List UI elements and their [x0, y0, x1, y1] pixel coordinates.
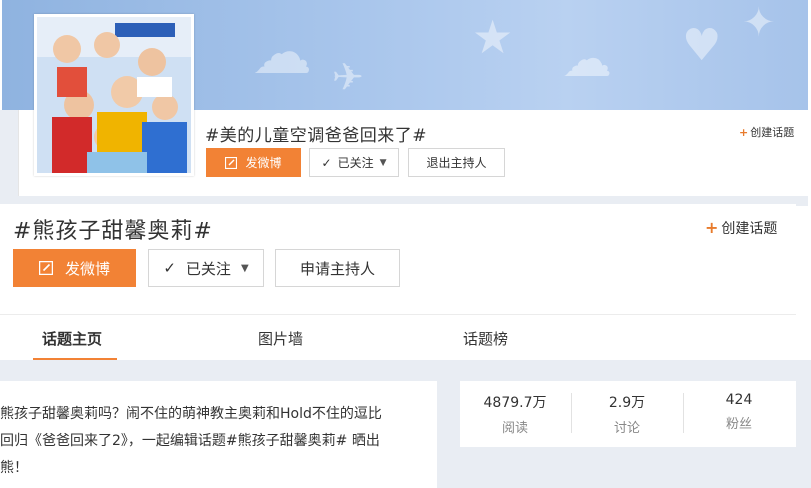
stat-discussions: 2.9万 讨论	[572, 392, 682, 436]
heart-decoration-icon: ♥	[682, 20, 722, 71]
apply-host-button[interactable]: 申请主持人	[275, 249, 400, 287]
topic-tabs: 话题主页 图片墙 话题榜	[0, 314, 796, 361]
previous-quit-host-button[interactable]: 退出主持人	[408, 148, 505, 177]
star-decoration-icon: ★	[472, 10, 514, 64]
topic-description: 熊孩子甜馨奥莉吗？闹不住的萌神教主奥莉和Hold不住的逗比 回归《爸爸回来了2》…	[0, 406, 382, 476]
page-margin	[0, 110, 18, 204]
edit-icon	[225, 156, 238, 169]
plus-icon: +	[739, 126, 749, 139]
chevron-down-icon: ▼	[240, 262, 249, 274]
stat-label: 粉丝	[725, 417, 752, 432]
stat-value: 4879.7万	[483, 395, 547, 411]
cloud-decoration-icon: ☁	[252, 18, 312, 88]
stat-label: 讨论	[613, 421, 640, 436]
previous-topic-title[interactable]: #美的儿童空调爸爸回来了#	[205, 121, 427, 146]
tab-topic-ranking[interactable]: 话题榜	[463, 328, 508, 349]
tab-photo-wall[interactable]: 图片墙	[258, 328, 303, 349]
follow-button[interactable]: ✓ 已关注 ▼	[148, 249, 264, 287]
topic-title: #熊孩子甜馨奥莉#	[13, 219, 213, 244]
cloud-decoration-icon: ☁	[562, 30, 612, 88]
stat-value: 2.9万	[608, 395, 646, 411]
plane-decoration-icon: ✈	[332, 55, 364, 99]
plus-icon: +	[705, 218, 719, 237]
stat-fans: 424 粉丝	[684, 392, 794, 432]
follow-label: 已关注	[185, 259, 231, 278]
create-topic-label: 创建话题	[750, 126, 795, 139]
tab-topic-home[interactable]: 话题主页	[42, 328, 102, 349]
check-icon: ✓	[163, 259, 176, 277]
stat-label: 阅读	[501, 421, 528, 436]
chevron-down-icon: ▼	[379, 157, 387, 168]
post-weibo-button[interactable]: 发微博	[13, 249, 136, 287]
topic-cover-image[interactable]	[34, 14, 194, 176]
star-decoration-icon: ✦	[742, 0, 776, 46]
previous-create-topic-link[interactable]: + 创建话题	[739, 124, 794, 140]
check-icon: ✓	[321, 155, 332, 170]
edit-icon	[38, 261, 53, 275]
create-topic-label: 创建话题	[721, 221, 778, 237]
stat-reads: 4879.7万 阅读	[460, 392, 570, 436]
create-topic-link[interactable]: + 创建话题	[705, 218, 777, 238]
host-label: 退出主持人	[426, 156, 487, 170]
previous-follow-button[interactable]: ✓ 已关注 ▼	[309, 148, 399, 177]
follow-label: 已关注	[337, 156, 374, 170]
post-label: 发微博	[64, 259, 110, 278]
stat-value: 424	[725, 392, 753, 408]
previous-post-weibo-button[interactable]: 发微博	[206, 148, 301, 177]
host-label: 申请主持人	[299, 259, 375, 278]
post-label: 发微博	[245, 156, 282, 170]
